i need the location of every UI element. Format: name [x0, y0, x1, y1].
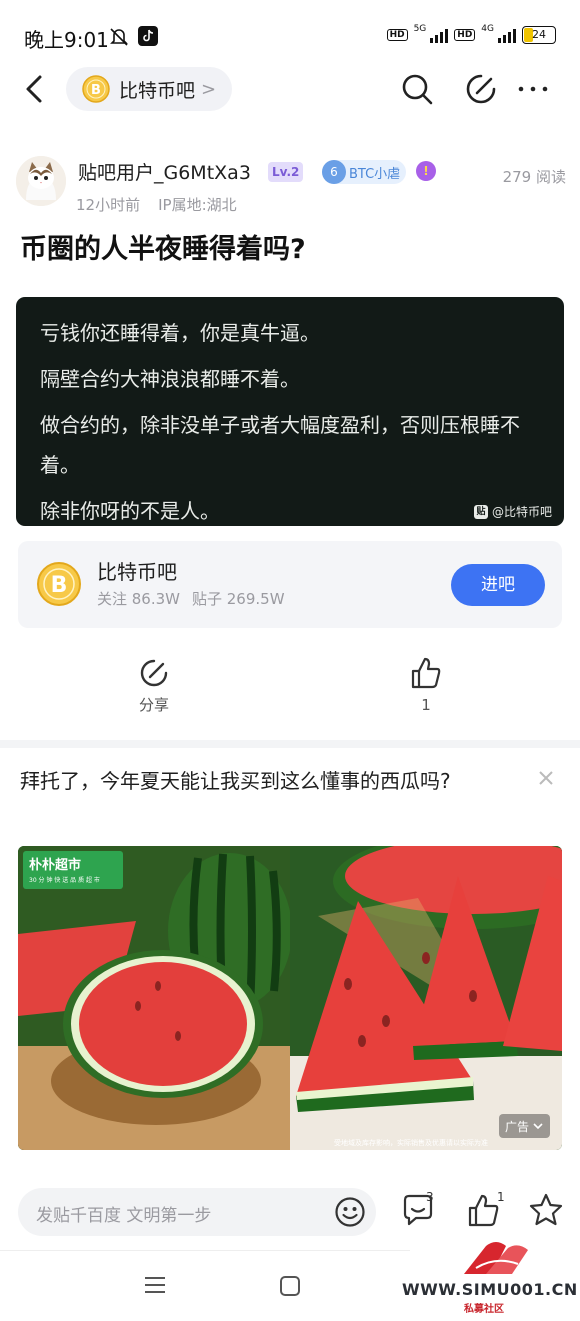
username[interactable]: 贴吧用户_G6MtXa3 [78, 158, 251, 185]
ip-location: IP属地:湖北 [158, 196, 237, 214]
battery-icon: 24 [522, 26, 556, 44]
expand-icon [533, 1123, 543, 1130]
section-divider [0, 740, 580, 748]
bitcoin-icon: B [37, 562, 81, 606]
forum-card-name: 比特币吧 [97, 560, 177, 584]
status-icons: HD 5G HD 4G 24 [386, 24, 556, 44]
site-logo-icon [464, 1242, 528, 1274]
svg-text:B: B [91, 83, 101, 98]
thumbs-up-icon [411, 657, 441, 689]
watermark-text: @比特币吧 [491, 505, 552, 519]
hd-icon: HD [386, 29, 408, 41]
hd-icon-2: HD [454, 29, 476, 41]
edit-icon[interactable] [464, 72, 498, 106]
nav-divider [0, 1250, 410, 1251]
image-line: 隔壁合约大神浪浪都睡不着。 [40, 367, 300, 391]
post-image-text: 亏钱你还睡得着，你是真牛逼。 隔壁合约大神浪浪都睡不着。 做合约的，除非没单子或… [40, 313, 540, 526]
battery-level: 24 [532, 28, 546, 41]
site-watermark-logo: WWW.SIMU001.CN 私募社区 [400, 1238, 578, 1318]
followers-count: 关注 86.3W [97, 590, 180, 608]
site-url: WWW.SIMU001.CN [402, 1280, 578, 1299]
like-count: 1 [421, 696, 431, 714]
image-line: 亏钱你还睡得着，你是真牛逼。 [40, 321, 320, 345]
tiktok-icon [138, 26, 158, 46]
site-subtitle: 私募社区 [464, 1304, 504, 1315]
honor-badge-text: BTC小虐 [349, 166, 401, 182]
posts-count: 贴子 269.5W [192, 590, 285, 608]
close-icon[interactable] [536, 768, 556, 788]
level-badge: Lv.2 [268, 162, 304, 182]
forum-pill[interactable]: B 比特币吧 > [66, 67, 232, 111]
watermelon-image [18, 846, 562, 1150]
signal-icon [430, 27, 449, 43]
like-button[interactable]: 1 [396, 656, 456, 714]
honor-badge: 6 BTC小虐 [322, 160, 407, 184]
ad-disclaimer: 受地域及库存影响，实际销售及优惠请以实际为准 [334, 1139, 488, 1147]
share-button[interactable]: 分享 [124, 658, 184, 715]
status-time: 晚上9:01 [24, 28, 109, 52]
ad-badge: 广告 [498, 1114, 550, 1138]
mute-icon [110, 28, 128, 46]
status-bar: 晚上9:01 HD 5G HD 4G 24 [0, 0, 580, 72]
ad-badge-label: 广告 [504, 1119, 529, 1134]
signal-icon-2 [498, 27, 516, 43]
share-label: 分享 [138, 696, 169, 714]
bitcoin-icon: B [82, 75, 110, 103]
avatar[interactable] [16, 156, 66, 206]
post-header: 贴吧用户_G6MtXa3 Lv.2 6 BTC小虐 ! 279 阅读 12小时前… [16, 152, 566, 218]
read-count: 279 阅读 [502, 168, 566, 186]
network-type-2: 4G [481, 24, 494, 34]
share-icon [140, 659, 168, 687]
member-badge-icon: ! [416, 161, 436, 181]
ad-brand-tagline: 30 分 钟 快 送 品 质 超 市 [29, 877, 100, 884]
svg-text:B: B [51, 573, 68, 598]
back-icon[interactable] [20, 72, 50, 106]
ad-brand-logo: 朴朴超市 30 分 钟 快 送 品 质 超 市 [23, 851, 123, 889]
post-title: 币圈的人半夜睡得着吗? [20, 234, 306, 265]
star-icon[interactable] [528, 1192, 564, 1228]
forum-stats: 关注 86.3W 贴子 269.5W [97, 588, 285, 609]
chevron-right-icon: > [201, 78, 217, 100]
image-watermark: 贴 @比特币吧 [473, 503, 552, 520]
ad-title[interactable]: 拜托了，今年夏天能让我买到这么懂事的西瓜吗? [20, 762, 490, 801]
search-icon[interactable] [400, 72, 434, 106]
like-count-bottom: 1 [497, 1190, 505, 1204]
nav-bar: B 比特币吧 > [0, 66, 580, 112]
emoji-icon[interactable] [334, 1196, 366, 1228]
tieba-logo-icon: 贴 [473, 504, 488, 519]
image-line: 做合约的，除非没单子或者大幅度盈利，否则压根睡不着。 [40, 413, 520, 477]
forum-card[interactable]: B 比特币吧 关注 86.3W 贴子 269.5W 进吧 [18, 541, 562, 628]
reply-input[interactable]: 发贴千百度 文明第一步 [18, 1188, 376, 1236]
ad-image[interactable]: 朴朴超市 30 分 钟 快 送 品 质 超 市 广告 受地域及库存影响，实际销售… [18, 846, 562, 1150]
post-image[interactable]: 亏钱你还睡得着，你是真牛逼。 隔壁合约大神浪浪都睡不着。 做合约的，除非没单子或… [16, 297, 564, 526]
menu-icon[interactable] [144, 1276, 166, 1294]
reply-placeholder: 发贴千百度 文明第一步 [36, 1206, 212, 1226]
ad-brand-name: 朴朴超市 [29, 858, 82, 873]
forum-pill-name: 比特币吧 [119, 79, 196, 102]
comment-count: 3 [426, 1190, 434, 1204]
post-meta: 12小时前 IP属地:湖北 [76, 194, 237, 215]
home-button-icon[interactable] [280, 1276, 300, 1296]
post-time: 12小时前 [76, 196, 141, 214]
more-icon[interactable] [516, 72, 550, 106]
image-line: 除非你呀的不是人。 [40, 499, 220, 523]
network-type: 5G [413, 24, 427, 34]
enter-forum-button[interactable]: 进吧 [451, 564, 545, 606]
honor-badge-number: 6 [322, 160, 346, 184]
